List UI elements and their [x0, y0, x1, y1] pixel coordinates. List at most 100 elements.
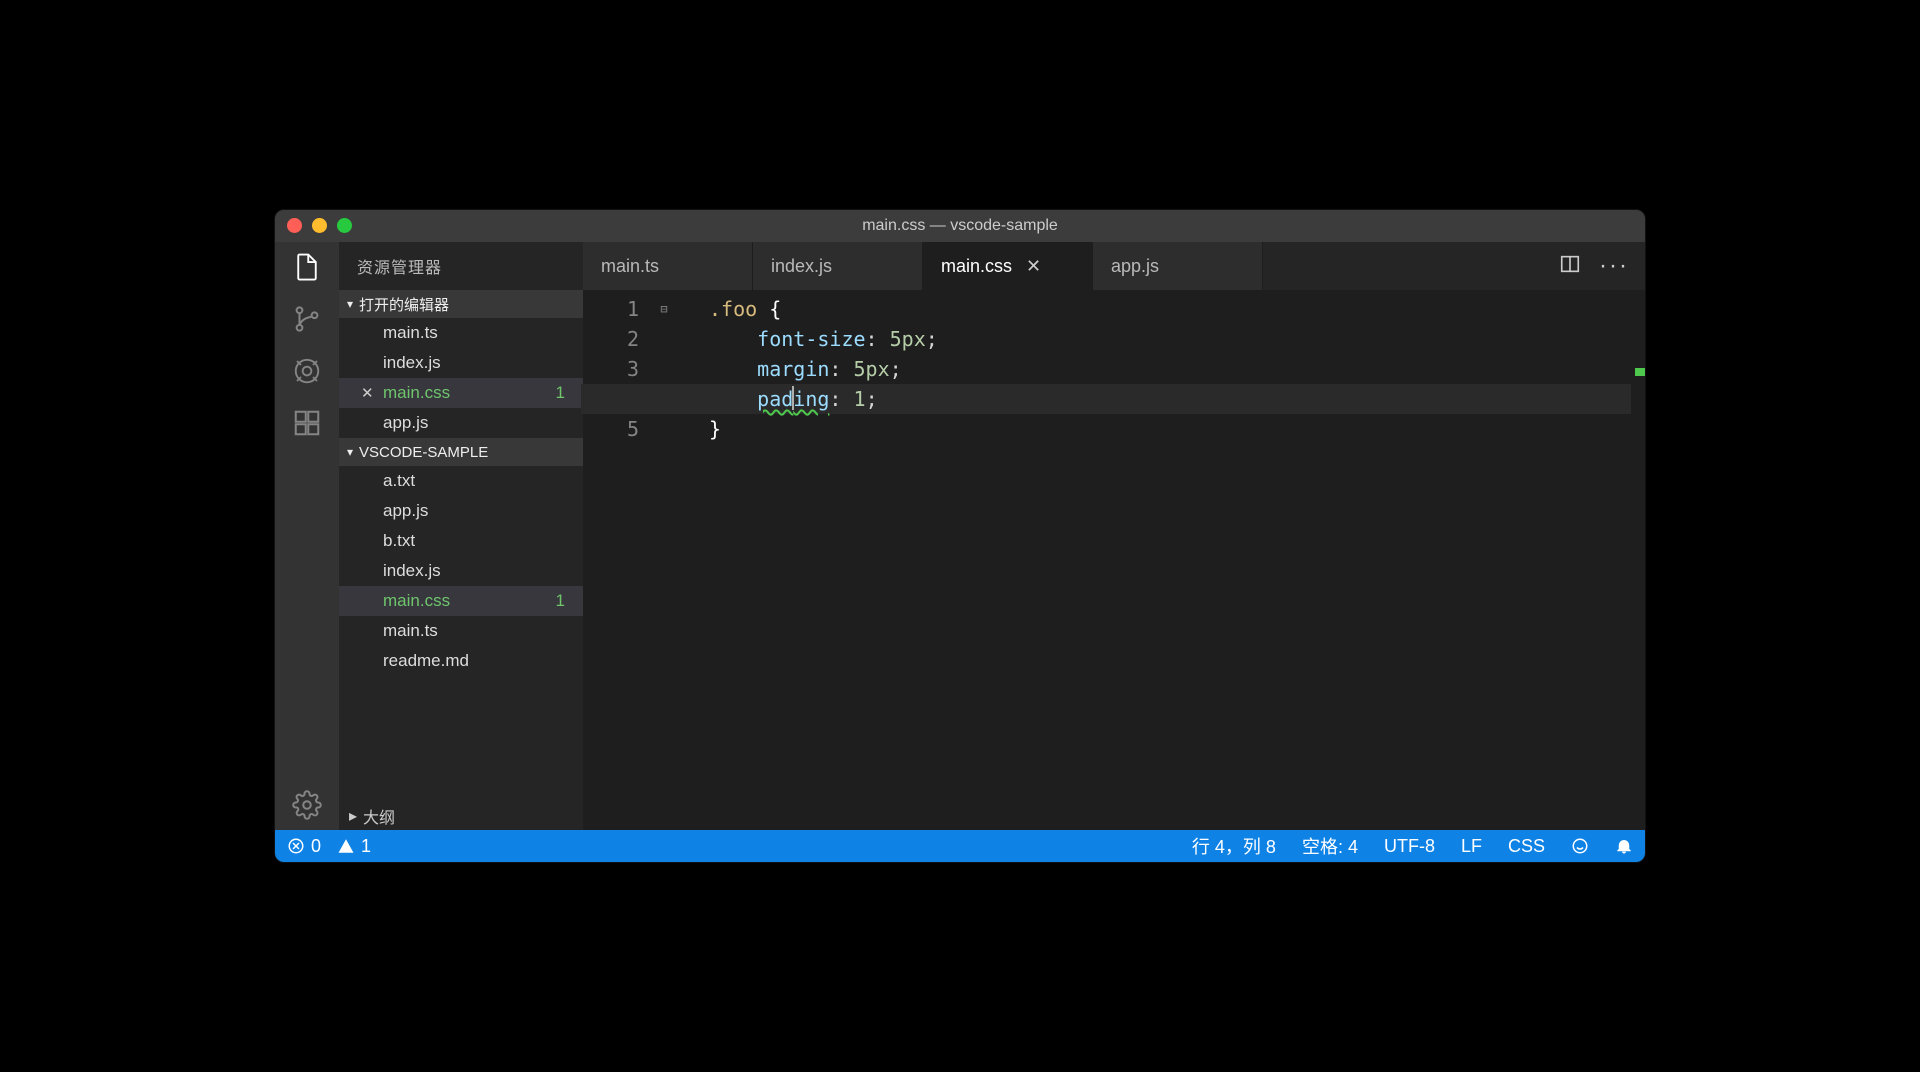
open-editor-item[interactable]: index.js: [339, 348, 583, 378]
outline-header[interactable]: ▸ 大纲: [339, 802, 583, 830]
fold-column: ⊟: [653, 290, 675, 830]
editor-area: main.ts index.js main.css ✕ app.js ··· 12345…: [583, 242, 1645, 830]
hint-cell: [675, 354, 701, 384]
code-line[interactable]: .foo {: [709, 294, 1645, 324]
open-editors-header[interactable]: ▾ 打开的编辑器: [339, 290, 583, 318]
file-name: main.css: [383, 591, 450, 611]
status-errors[interactable]: 0: [287, 836, 321, 857]
file-name: index.js: [383, 353, 441, 373]
hint-column: 💡: [675, 290, 701, 830]
file-name: app.js: [383, 501, 428, 521]
file-item[interactable]: main.css 1: [339, 586, 583, 616]
status-errors-count: 0: [311, 836, 321, 857]
tab-actions: ···: [1543, 242, 1645, 290]
current-line-highlight: [581, 384, 1645, 414]
status-warnings[interactable]: 1: [337, 836, 371, 857]
problems-badge: 1: [556, 383, 565, 403]
debug-icon[interactable]: [290, 354, 324, 388]
explorer-icon[interactable]: [290, 250, 324, 284]
tab-label: index.js: [771, 256, 832, 277]
line-number: 2: [583, 324, 639, 354]
file-item[interactable]: readme.md: [339, 646, 583, 676]
chevron-down-icon: ▾: [347, 297, 353, 311]
folder-header[interactable]: ▾ VSCODE-SAMPLE: [339, 438, 583, 466]
status-bell-icon[interactable]: [1615, 837, 1633, 855]
titlebar: main.css — vscode-sample: [275, 210, 1645, 242]
file-name: main.css: [383, 383, 450, 403]
status-cursor-position[interactable]: 行 4，列 8: [1192, 833, 1276, 859]
code-line[interactable]: }: [709, 414, 1645, 444]
status-language[interactable]: CSS: [1508, 836, 1545, 857]
status-bar: 0 1 行 4，列 8 空格: 4 UTF-8 LF CSS: [275, 830, 1645, 862]
settings-gear-icon[interactable]: [290, 788, 324, 822]
extensions-icon[interactable]: [290, 406, 324, 440]
open-editor-item[interactable]: ✕ main.css 1: [339, 378, 583, 408]
more-actions-icon[interactable]: ···: [1599, 252, 1629, 280]
file-name: app.js: [383, 413, 428, 433]
close-icon[interactable]: ✕: [361, 384, 374, 402]
file-item[interactable]: main.ts: [339, 616, 583, 646]
source-control-icon[interactable]: [290, 302, 324, 336]
hint-cell: [675, 324, 701, 354]
outline-label: 大纲: [363, 804, 395, 828]
chevron-right-icon: ▸: [349, 806, 357, 826]
editor-tab[interactable]: main.css ✕: [923, 242, 1093, 290]
code-line[interactable]: font-size: 5px;: [709, 324, 1645, 354]
fold-cell[interactable]: ⊟: [653, 294, 675, 324]
file-name: main.ts: [383, 323, 438, 343]
close-icon[interactable]: ✕: [1026, 256, 1041, 277]
overview-ruler[interactable]: [1631, 290, 1645, 830]
minimize-window-button[interactable]: [312, 218, 327, 233]
tab-bar: main.ts index.js main.css ✕ app.js ···: [583, 242, 1645, 290]
hint-cell: [675, 294, 701, 324]
close-window-button[interactable]: [287, 218, 302, 233]
text-editor[interactable]: 12345 ⊟ 💡 .foo { font-size: 5px; margin:…: [583, 290, 1645, 830]
editor-tab[interactable]: index.js: [753, 242, 923, 290]
file-name: index.js: [383, 561, 441, 581]
activity-bar: [275, 242, 339, 830]
file-name: readme.md: [383, 651, 469, 671]
code-content[interactable]: .foo { font-size: 5px; margin: 5px; padi…: [701, 290, 1645, 830]
tab-label: main.ts: [601, 256, 659, 277]
sidebar-title: 资源管理器: [339, 242, 583, 290]
editor-tab[interactable]: main.ts: [583, 242, 753, 290]
file-item[interactable]: index.js: [339, 556, 583, 586]
file-item[interactable]: a.txt: [339, 466, 583, 496]
file-name: a.txt: [383, 471, 415, 491]
editor-tab[interactable]: app.js: [1093, 242, 1263, 290]
file-item[interactable]: b.txt: [339, 526, 583, 556]
split-editor-icon[interactable]: [1559, 253, 1581, 280]
chevron-down-icon: ▾: [347, 445, 353, 459]
hint-cell: [675, 414, 701, 444]
open-editors-label: 打开的编辑器: [359, 294, 449, 315]
folder-label: VSCODE-SAMPLE: [359, 444, 488, 461]
vscode-window: main.css — vscode-sample: [274, 209, 1646, 863]
status-encoding[interactable]: UTF-8: [1384, 836, 1435, 857]
window-controls: [287, 218, 352, 233]
fold-cell: [653, 324, 675, 354]
window-title: main.css — vscode-sample: [862, 217, 1058, 235]
file-name: b.txt: [383, 531, 415, 551]
tab-label: app.js: [1111, 256, 1159, 277]
status-warnings-count: 1: [361, 836, 371, 857]
line-number: 1: [583, 294, 639, 324]
line-number-gutter: 12345: [583, 290, 653, 830]
open-editor-item[interactable]: app.js: [339, 408, 583, 438]
line-number: 5: [583, 414, 639, 444]
explorer-sidebar: 资源管理器 ▾ 打开的编辑器 main.ts index.js ✕ main.css 1…: [339, 242, 583, 830]
status-indentation[interactable]: 空格: 4: [1302, 833, 1358, 859]
fold-cell: [653, 414, 675, 444]
code-line[interactable]: margin: 5px;: [709, 354, 1645, 384]
status-eol[interactable]: LF: [1461, 836, 1482, 857]
open-editor-item[interactable]: main.ts: [339, 318, 583, 348]
zoom-window-button[interactable]: [337, 218, 352, 233]
folder-files-list: a.txt app.js b.txt index.js main.css 1 main.ts…: [339, 466, 583, 676]
tab-label: main.css: [941, 256, 1012, 277]
problems-badge: 1: [556, 591, 565, 611]
open-editors-list: main.ts index.js ✕ main.css 1 app.js: [339, 318, 583, 438]
line-number: 3: [583, 354, 639, 384]
file-name: main.ts: [383, 621, 438, 641]
status-feedback-icon[interactable]: [1571, 837, 1589, 855]
file-item[interactable]: app.js: [339, 496, 583, 526]
fold-cell: [653, 354, 675, 384]
